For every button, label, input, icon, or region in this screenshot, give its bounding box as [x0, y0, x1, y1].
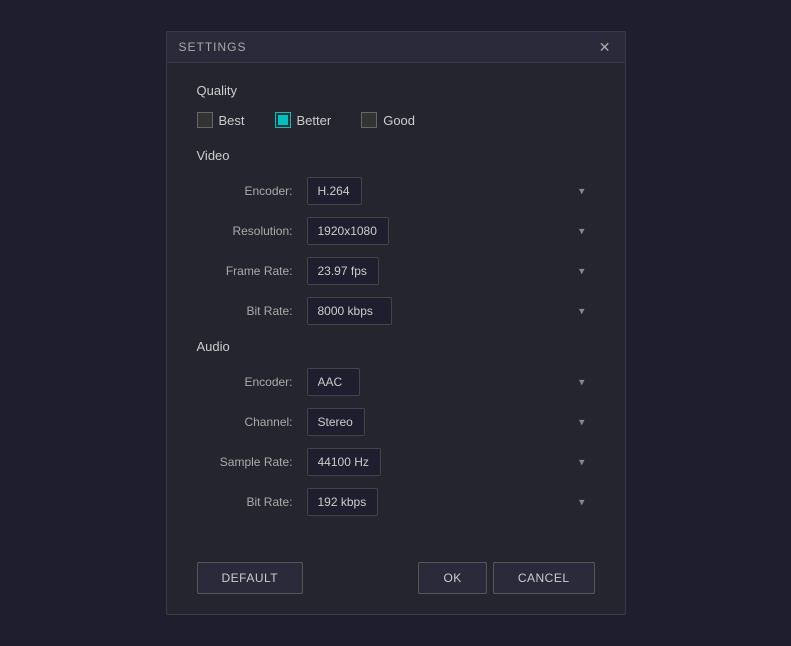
audio-samplerate-label: Sample Rate:: [197, 455, 307, 469]
overlay: SETTINGS ✕ Quality Best Better Good: [0, 0, 791, 646]
video-bitrate-select[interactable]: 4000 kbps 8000 kbps 16000 kbps: [307, 297, 392, 325]
video-framerate-wrapper: 23.97 fps 24 fps 25 fps 29.97 fps 30 fps: [307, 257, 595, 285]
settings-dialog: SETTINGS ✕ Quality Best Better Good: [166, 31, 626, 615]
audio-bitrate-group: Bit Rate: 128 kbps 192 kbps 320 kbps: [197, 488, 595, 516]
video-encoder-wrapper: H.264 H.265 VP9: [307, 177, 595, 205]
audio-encoder-label: Encoder:: [197, 375, 307, 389]
video-encoder-select[interactable]: H.264 H.265 VP9: [307, 177, 362, 205]
video-bitrate-label: Bit Rate:: [197, 304, 307, 318]
quality-good-box[interactable]: [361, 112, 377, 128]
video-encoder-group: Encoder: H.264 H.265 VP9: [197, 177, 595, 205]
footer-right-buttons: OK CANCEL: [418, 562, 594, 594]
quality-better-label: Better: [297, 113, 332, 128]
quality-best[interactable]: Best: [197, 112, 245, 128]
audio-samplerate-group: Sample Rate: 44100 Hz 48000 Hz 96000 Hz: [197, 448, 595, 476]
quality-section-title: Quality: [197, 83, 595, 98]
dialog-footer: DEFAULT OK CANCEL: [167, 548, 625, 614]
audio-bitrate-wrapper: 128 kbps 192 kbps 320 kbps: [307, 488, 595, 516]
audio-bitrate-select[interactable]: 128 kbps 192 kbps 320 kbps: [307, 488, 378, 516]
cancel-button[interactable]: CANCEL: [493, 562, 595, 594]
video-resolution-group: Resolution: 1920x1080 1280x720 3840x2160: [197, 217, 595, 245]
video-section-title: Video: [197, 148, 595, 163]
audio-samplerate-select[interactable]: 44100 Hz 48000 Hz 96000 Hz: [307, 448, 381, 476]
quality-better[interactable]: Better: [275, 112, 332, 128]
dialog-body: Quality Best Better Good Video Encoder:: [167, 63, 625, 548]
audio-section-title: Audio: [197, 339, 595, 354]
quality-good[interactable]: Good: [361, 112, 415, 128]
audio-samplerate-wrapper: 44100 Hz 48000 Hz 96000 Hz: [307, 448, 595, 476]
close-button[interactable]: ✕: [597, 40, 613, 54]
quality-options: Best Better Good: [197, 112, 595, 128]
audio-bitrate-label: Bit Rate:: [197, 495, 307, 509]
audio-channel-wrapper: Stereo Mono 5.1: [307, 408, 595, 436]
video-resolution-label: Resolution:: [197, 224, 307, 238]
audio-channel-select[interactable]: Stereo Mono 5.1: [307, 408, 365, 436]
video-resolution-select[interactable]: 1920x1080 1280x720 3840x2160: [307, 217, 389, 245]
audio-encoder-select[interactable]: AAC MP3 FLAC: [307, 368, 360, 396]
video-bitrate-group: Bit Rate: 4000 kbps 8000 kbps 16000 kbps: [197, 297, 595, 325]
video-framerate-label: Frame Rate:: [197, 264, 307, 278]
quality-best-label: Best: [219, 113, 245, 128]
video-framerate-select[interactable]: 23.97 fps 24 fps 25 fps 29.97 fps 30 fps: [307, 257, 379, 285]
ok-button[interactable]: OK: [418, 562, 486, 594]
video-encoder-label: Encoder:: [197, 184, 307, 198]
default-button[interactable]: DEFAULT: [197, 562, 304, 594]
dialog-title: SETTINGS: [179, 40, 247, 54]
quality-good-label: Good: [383, 113, 415, 128]
video-resolution-wrapper: 1920x1080 1280x720 3840x2160: [307, 217, 595, 245]
quality-better-box[interactable]: [275, 112, 291, 128]
audio-encoder-wrapper: AAC MP3 FLAC: [307, 368, 595, 396]
audio-channel-label: Channel:: [197, 415, 307, 429]
video-framerate-group: Frame Rate: 23.97 fps 24 fps 25 fps 29.9…: [197, 257, 595, 285]
audio-encoder-group: Encoder: AAC MP3 FLAC: [197, 368, 595, 396]
titlebar: SETTINGS ✕: [167, 32, 625, 63]
audio-channel-group: Channel: Stereo Mono 5.1: [197, 408, 595, 436]
video-bitrate-wrapper: 4000 kbps 8000 kbps 16000 kbps: [307, 297, 595, 325]
quality-best-box[interactable]: [197, 112, 213, 128]
